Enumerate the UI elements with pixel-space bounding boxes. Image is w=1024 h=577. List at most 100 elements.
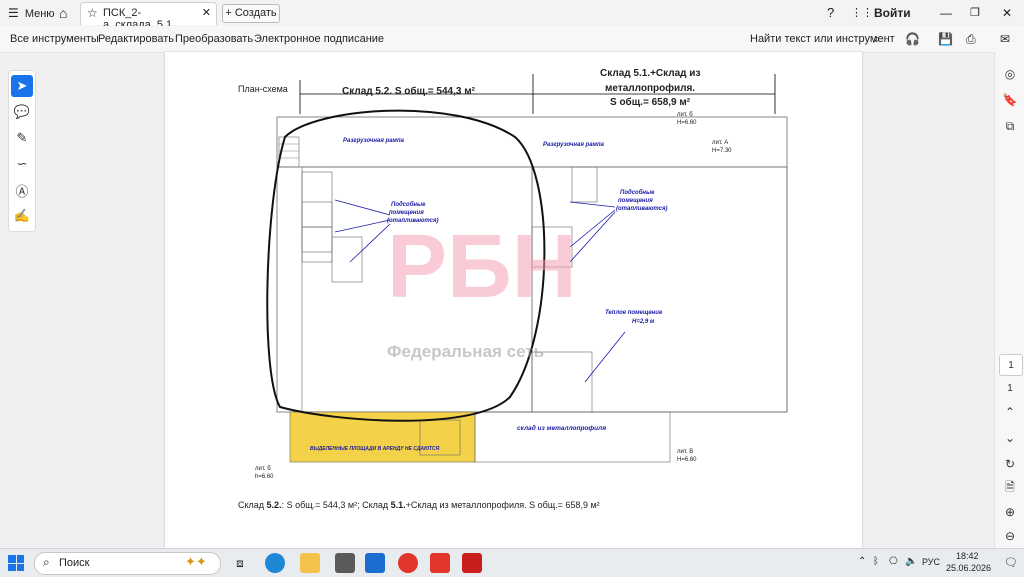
menu-label: Меню xyxy=(24,8,55,20)
aux-left-3: (отапливаются) xyxy=(387,218,439,224)
home-icon[interactable]: ⌂ xyxy=(59,0,67,26)
rotate-icon[interactable]: ↻ xyxy=(999,454,1021,474)
lit-b-bottom-height: h=6.60 xyxy=(255,474,274,480)
watermark-logo: РБН xyxy=(387,217,577,317)
page-current[interactable]: 1 xyxy=(999,354,1023,376)
lit-b-bottom: лит. б xyxy=(255,466,271,472)
arrow-left-1 xyxy=(334,199,391,216)
lit-v-height: Н=6.60 xyxy=(677,457,697,463)
mail-icon[interactable]: ✉ xyxy=(1000,26,1010,52)
taskbar: ⌕ Поиск ✦✦ ⧈ ⌃ ᛒ ⎔ 🔈 РУС 18:42 25.06.202… xyxy=(0,548,1024,577)
close-tab-icon[interactable]: ✕ xyxy=(202,6,211,19)
menu-button[interactable]: ☰ Меню xyxy=(8,0,55,26)
sign-icon[interactable]: ✍ xyxy=(11,205,33,227)
arrow-right-1 xyxy=(569,201,616,208)
lit-b-top: лит. б xyxy=(677,112,693,118)
search-icon[interactable]: ⌕ xyxy=(873,26,880,52)
right-rail: ◎ 🔖 ⧉ 1 1 ⌃ ⌄ ↻ 🗎 ⊕ ⊖ xyxy=(994,52,1024,548)
save-icon[interactable]: 💾 xyxy=(938,26,953,52)
header-right-1: Склад 5.1.+Склад из xyxy=(600,68,701,79)
language-indicator[interactable]: РУС xyxy=(922,557,940,567)
footer-caption: Склад 5.2.: S общ.= 544,3 м²; Склад 5.1.… xyxy=(238,500,600,510)
aux-room-left-1 xyxy=(301,171,333,263)
lit-a-height: Н=7.30 xyxy=(712,148,732,154)
sparkle-icon: ✦✦ xyxy=(185,554,207,569)
bookmark-icon[interactable]: 🔖 xyxy=(999,90,1021,110)
hamburger-icon: ☰ xyxy=(8,6,19,20)
footer-part2: : S общ.= 544,3 м²; Склад xyxy=(281,500,391,510)
volume-icon[interactable]: 🔈 xyxy=(905,556,917,567)
minimize-icon[interactable]: — xyxy=(940,0,952,26)
headphones-icon[interactable]: 🎧 xyxy=(905,26,920,52)
yandex-icon[interactable] xyxy=(430,553,450,573)
watermark-text: Федеральная сеть xyxy=(387,342,544,361)
arrow-left-3 xyxy=(349,223,391,263)
footer-part3: +Склад из металлопрофиля. S общ.= 658,9 … xyxy=(405,500,600,510)
aux-room-left-2 xyxy=(301,201,333,228)
document-tab[interactable]: ☆ ПСК_2-а_склада_5.1... ✕ xyxy=(80,2,217,31)
text-box-icon[interactable]: Ⓐ xyxy=(11,179,33,201)
footer-5-2: 5.2. xyxy=(266,500,282,510)
taskbar-search[interactable]: ⌕ Поиск ✦✦ xyxy=(34,552,221,575)
page-total: 1 xyxy=(1007,382,1013,394)
signin-button[interactable]: Войти xyxy=(874,0,911,26)
header-right-2: металлопрофиля. xyxy=(605,83,696,94)
arrow-right-3 xyxy=(569,211,616,263)
freehand-icon[interactable]: ∽ xyxy=(11,153,33,175)
page-up-icon[interactable]: ⌃ xyxy=(999,402,1021,422)
star-icon[interactable]: ☆ xyxy=(87,6,98,20)
lit-a: лит. А xyxy=(712,140,729,146)
close-window-icon[interactable]: ✕ xyxy=(1002,0,1012,26)
warm-room-2: Н=2,9 м xyxy=(632,319,655,325)
ai-assistant-icon[interactable]: ◎ xyxy=(999,64,1021,84)
lit-b-top-height: Н=6.60 xyxy=(677,120,697,126)
clock-date[interactable]: 25.06.2026 xyxy=(946,563,991,573)
tool-all-tools[interactable]: Все инструменты xyxy=(10,26,99,52)
notifications-icon[interactable]: 🗨 xyxy=(1004,556,1018,569)
help-icon[interactable]: ? xyxy=(827,0,834,26)
new-tab-label: Создать xyxy=(234,7,277,19)
unloading-right: Разгрузочная рампа xyxy=(543,142,604,148)
task-view-icon[interactable]: ⧈ xyxy=(230,553,250,573)
aux-room-left-4 xyxy=(331,236,363,283)
maximize-icon[interactable]: ❐ xyxy=(970,0,980,26)
zoom-in-icon[interactable]: ⊕ xyxy=(999,502,1021,522)
bluetooth-icon[interactable]: ᛒ xyxy=(873,556,879,567)
arrow-left-2 xyxy=(334,219,391,233)
tool-esign[interactable]: Электронное подписание xyxy=(254,26,384,52)
copy-pages-icon[interactable]: ⧉ xyxy=(999,116,1021,136)
footer-5-1: 5.1. xyxy=(390,500,406,510)
aux-room-left-3 xyxy=(301,226,333,253)
mail-app-icon[interactable] xyxy=(365,553,385,573)
windows-start-icon[interactable] xyxy=(8,555,24,571)
tool-convert[interactable]: Преобразовать xyxy=(175,26,253,52)
taskbar-search-label: Поиск xyxy=(59,557,90,569)
edge-icon[interactable] xyxy=(265,553,285,573)
apps-grid-icon[interactable]: ⋮⋮ xyxy=(851,0,873,26)
lit-v: лит. В xyxy=(677,449,694,455)
acrobat-icon[interactable] xyxy=(462,553,482,573)
page-down-icon[interactable]: ⌄ xyxy=(999,428,1021,448)
header-right-3: S общ.= 658,9 м² xyxy=(610,97,691,108)
clock-time[interactable]: 18:42 xyxy=(956,551,979,561)
aux-right-1: Подсобные xyxy=(620,190,655,196)
comment-icon[interactable]: 💬 xyxy=(11,101,33,123)
pen-icon[interactable]: ✎ xyxy=(11,127,33,149)
file-explorer-icon[interactable] xyxy=(300,553,320,573)
aux-room-right-3 xyxy=(531,351,593,413)
store-icon[interactable] xyxy=(335,553,355,573)
cursor-icon[interactable]: ➤ xyxy=(11,75,33,97)
zoom-out-icon[interactable]: ⊖ xyxy=(999,526,1021,546)
network-icon[interactable]: ⎔ xyxy=(889,556,898,567)
footer-part1: Склад xyxy=(238,500,267,510)
tray-chevron-icon[interactable]: ⌃ xyxy=(858,556,866,567)
yandex-browser-icon[interactable] xyxy=(398,553,418,573)
file-info-icon[interactable]: 🗎 xyxy=(999,478,1021,498)
plus-icon: + xyxy=(225,7,232,19)
title-bar: ☰ Меню ⌂ ☆ ПСК_2-а_склада_5.1... ✕ + Соз… xyxy=(0,0,1024,31)
not-rented-label: ВЫДЕЛЕННЫЕ ПЛОЩАДИ В АРЕНДУ НЕ СДАЮТСЯ xyxy=(310,446,440,452)
tool-edit[interactable]: Редактировать xyxy=(98,26,174,52)
new-tab-button[interactable]: + Создать xyxy=(222,4,280,23)
warm-room-1: Теплое помещение xyxy=(605,310,663,316)
print-icon[interactable]: ⎙ xyxy=(966,26,976,52)
